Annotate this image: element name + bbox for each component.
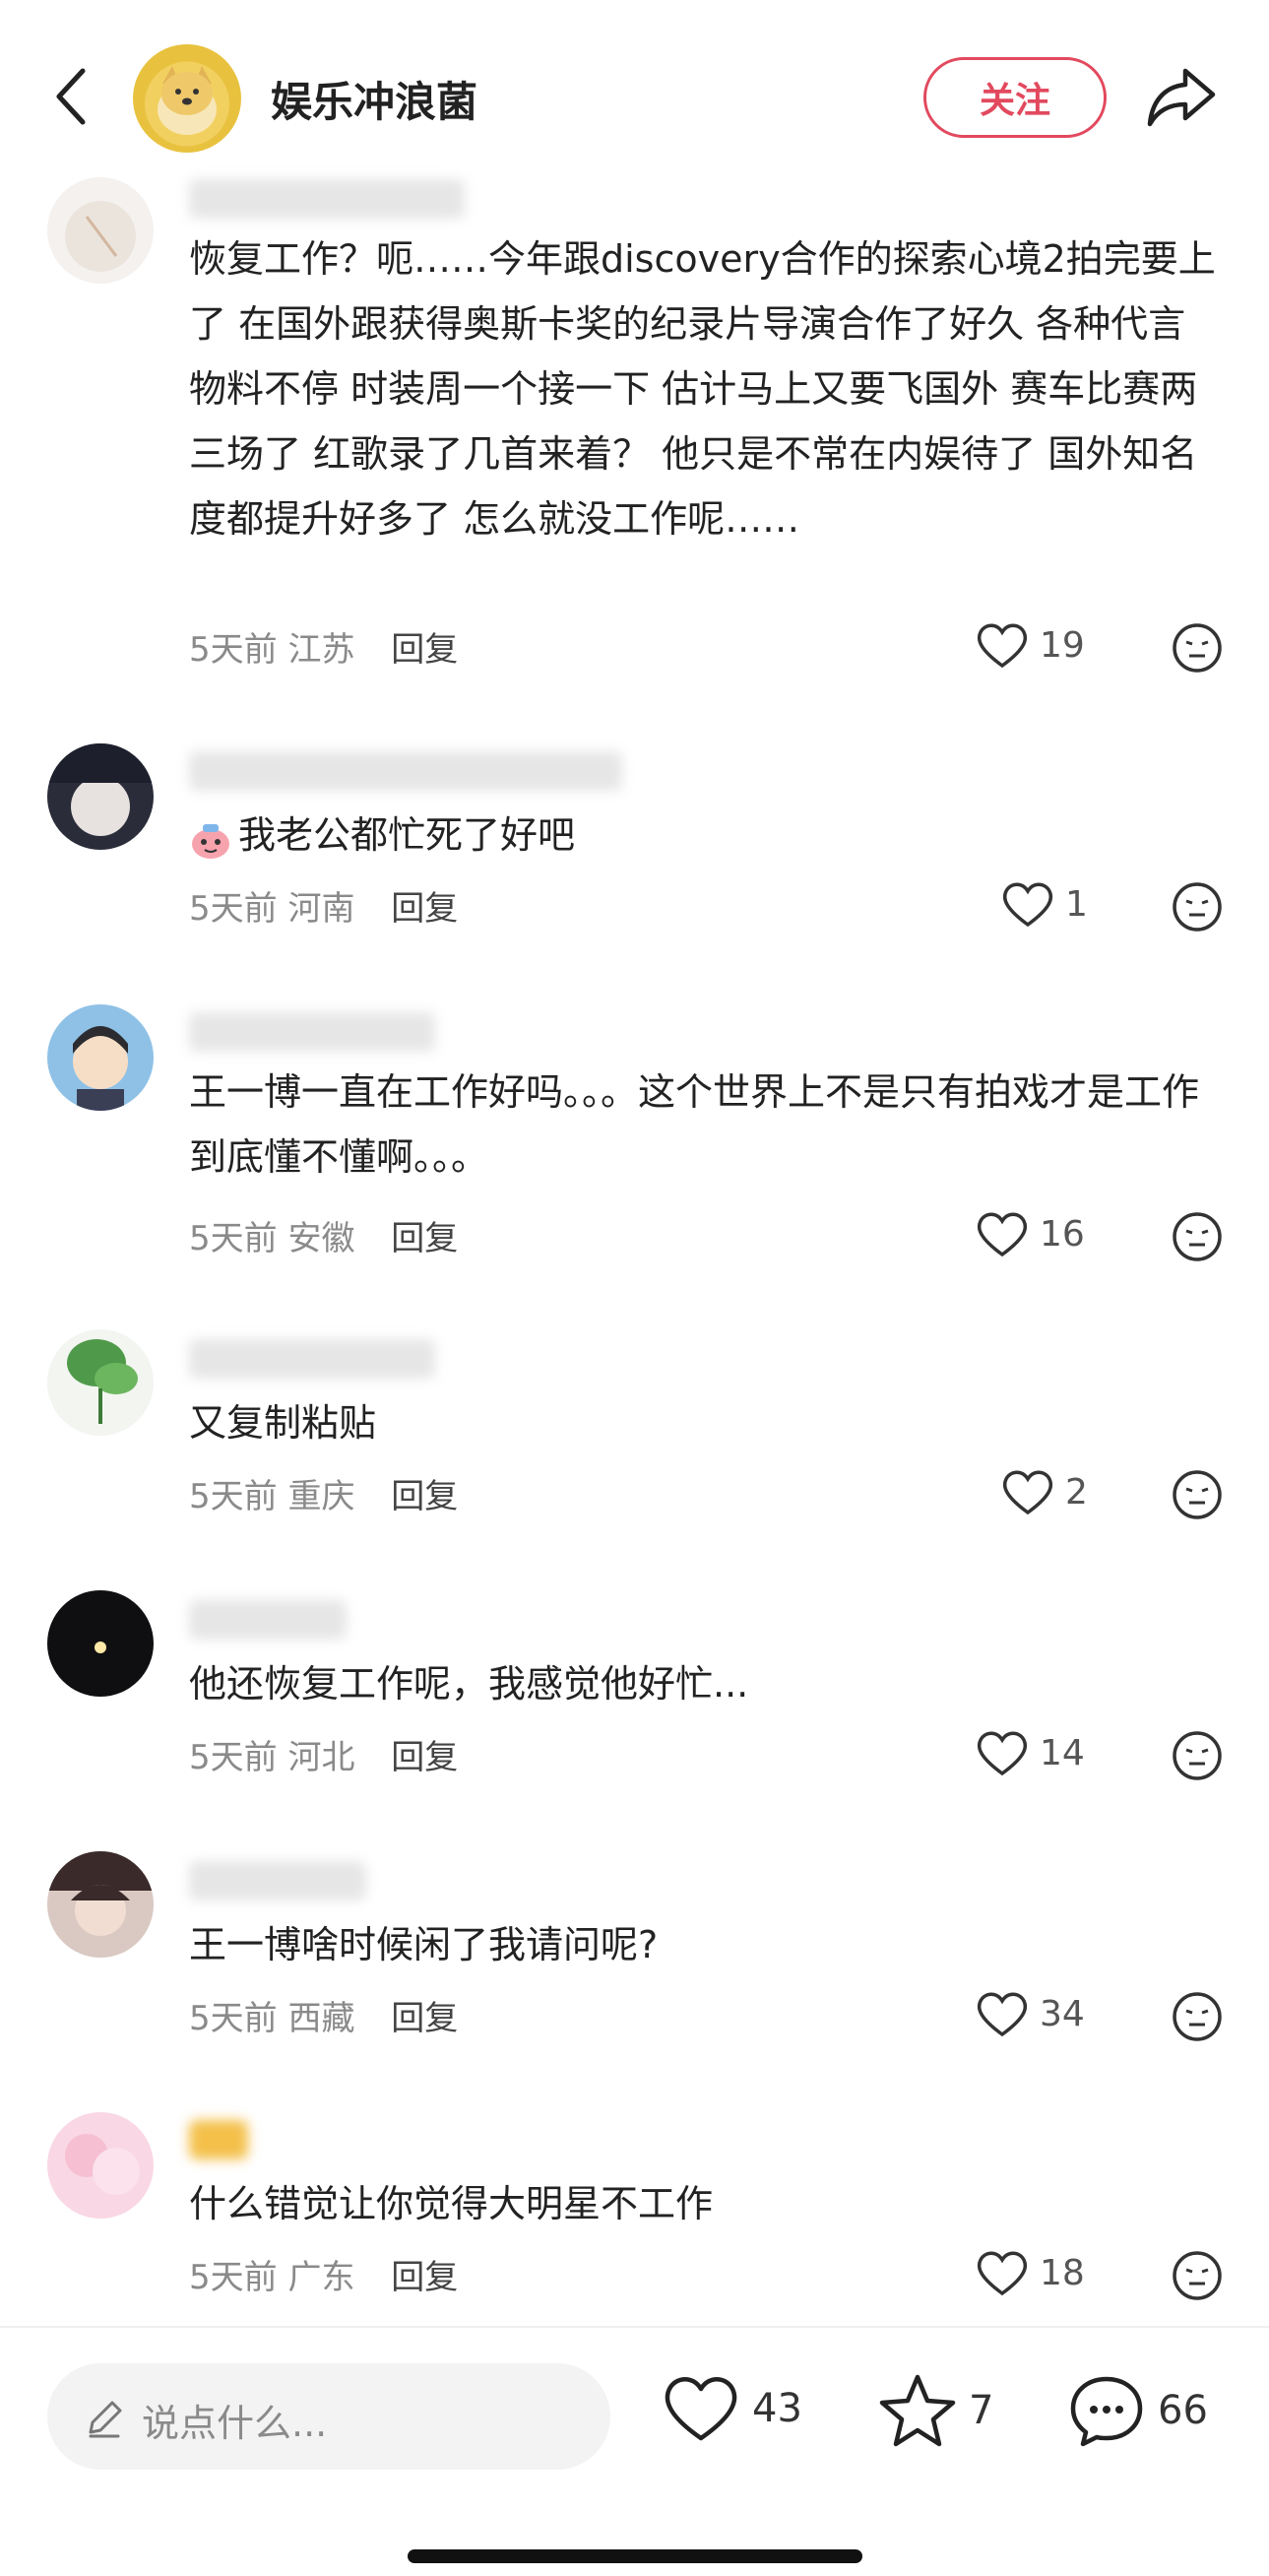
comment-meta: 5天前 河北 回复 bbox=[189, 1730, 458, 1778]
heart-outline-icon bbox=[1002, 1470, 1053, 1515]
commenter-avatar[interactable] bbox=[47, 1590, 154, 1697]
comment-location: 重庆 bbox=[287, 1477, 355, 1516]
comment-count: 66 bbox=[1158, 2388, 1208, 2433]
heart-outline-icon bbox=[977, 1992, 1028, 2037]
favorite-button[interactable]: 7 bbox=[878, 2373, 993, 2448]
comment-text: 又复制粘贴 bbox=[189, 1401, 377, 1445]
commenter-avatar[interactable] bbox=[47, 1004, 154, 1111]
reply-button[interactable]: 回复 bbox=[391, 1219, 458, 1258]
comment-like-count: 16 bbox=[1040, 1213, 1085, 1255]
comment-meta: 5天前 河南 回复 bbox=[189, 881, 458, 930]
comment-time: 5天前 bbox=[189, 2258, 278, 2297]
comment-button[interactable]: 66 bbox=[1067, 2373, 1208, 2448]
emoji-face-icon[interactable] bbox=[1172, 1469, 1223, 1520]
commenter-name-blurred bbox=[189, 1861, 366, 1900]
favorite-count: 7 bbox=[969, 2388, 994, 2433]
comment-like-button[interactable]: 18 bbox=[975, 2248, 1085, 2297]
comment-like-button[interactable]: 14 bbox=[975, 1728, 1085, 1777]
commenter-avatar[interactable] bbox=[47, 177, 154, 284]
comment-text-content: 我老公都忙死了好吧 bbox=[238, 813, 576, 857]
comment-meta: 5天前 西藏 回复 bbox=[189, 1991, 458, 2039]
commenter-name-blurred bbox=[189, 179, 465, 219]
comment-like-button[interactable]: 1 bbox=[1000, 879, 1088, 929]
follow-button[interactable]: 关注 bbox=[923, 57, 1107, 138]
comment-like-button[interactable]: 34 bbox=[975, 1989, 1085, 2038]
commenter-avatar[interactable] bbox=[47, 1329, 154, 1436]
home-indicator[interactable] bbox=[408, 2549, 862, 2563]
pencil-icon bbox=[89, 2401, 122, 2438]
emoji-face-icon[interactable] bbox=[1172, 1730, 1223, 1781]
bottom-action-bar: 说点什么... 43 7 66 bbox=[0, 2326, 1269, 2576]
comment-text: 他还恢复工作呢，我感觉他好忙... bbox=[189, 1662, 749, 1706]
author-avatar[interactable] bbox=[133, 44, 241, 153]
back-chevron-icon[interactable] bbox=[47, 61, 95, 132]
emoji-face-icon[interactable] bbox=[1172, 2250, 1223, 2301]
heart-outline-icon bbox=[977, 623, 1028, 669]
commenter-name-blurred bbox=[189, 1339, 435, 1379]
comment-meta: 5天前 重庆 回复 bbox=[189, 1469, 458, 1517]
commenter-avatar[interactable] bbox=[47, 1851, 154, 1958]
comment-time: 5天前 bbox=[189, 889, 278, 929]
comment-text: 什么错觉让你觉得大明星不工作 bbox=[189, 2182, 714, 2225]
comment-text: 王一博一直在工作好吗。。。这个世界上不是只有拍戏才是工作到底懂不懂啊。。。 bbox=[189, 1070, 1200, 1179]
comment-time: 5天前 bbox=[189, 630, 278, 670]
reply-button[interactable]: 回复 bbox=[391, 1999, 458, 2038]
comment-time: 5天前 bbox=[189, 1219, 278, 1258]
comment-like-button[interactable]: 19 bbox=[975, 620, 1085, 670]
comment-text: 我老公都忙死了好吧 bbox=[189, 803, 1223, 868]
comment-like-count: 34 bbox=[1040, 1993, 1085, 2034]
star-outline-icon bbox=[879, 2374, 956, 2447]
heart-outline-icon bbox=[977, 1731, 1028, 1776]
commenter-name-blurred bbox=[189, 1012, 435, 1052]
heart-outline-icon bbox=[1002, 882, 1053, 928]
comment-location: 江苏 bbox=[287, 630, 355, 670]
heart-outline-icon bbox=[977, 2251, 1028, 2296]
author-name[interactable]: 娱乐冲浪菌 bbox=[271, 69, 477, 129]
like-count: 43 bbox=[752, 2386, 802, 2431]
comment-like-button[interactable]: 2 bbox=[1000, 1467, 1088, 1516]
commenter-name-blurred bbox=[189, 751, 622, 791]
comment-location: 广东 bbox=[287, 2258, 355, 2297]
comment-like-button[interactable]: 16 bbox=[975, 1209, 1085, 1258]
commenter-avatar[interactable] bbox=[47, 2112, 154, 2219]
reply-button[interactable]: 回复 bbox=[391, 1738, 458, 1777]
comment-like-count: 19 bbox=[1040, 624, 1085, 666]
comment-input-placeholder: 说点什么... bbox=[142, 2402, 328, 2445]
emoji-face-icon[interactable] bbox=[1172, 1211, 1223, 1262]
comment-location: 安徽 bbox=[287, 1219, 355, 1258]
comment-time: 5天前 bbox=[189, 1999, 278, 2038]
heart-outline-icon bbox=[977, 1212, 1028, 1257]
emoji-sticker-icon bbox=[189, 816, 232, 860]
emoji-face-icon[interactable] bbox=[1172, 881, 1223, 933]
speech-bubble-icon bbox=[1070, 2376, 1143, 2447]
top-bar: 娱乐冲浪菌 关注 bbox=[0, 0, 1269, 197]
commenter-name-blurred bbox=[189, 2120, 248, 2159]
comment-time: 5天前 bbox=[189, 1738, 278, 1777]
comment-location: 河北 bbox=[287, 1738, 355, 1777]
comment-meta: 5天前 江苏 回复 bbox=[189, 622, 458, 671]
comment-text: 王一博啥时候闲了我请问呢? bbox=[189, 1923, 659, 1966]
reply-button[interactable]: 回复 bbox=[391, 630, 458, 670]
comment-like-count: 2 bbox=[1065, 1471, 1088, 1513]
reply-button[interactable]: 回复 bbox=[391, 2258, 458, 2297]
emoji-face-icon[interactable] bbox=[1172, 622, 1223, 674]
comment-meta: 5天前 广东 回复 bbox=[189, 2250, 458, 2298]
reply-button[interactable]: 回复 bbox=[391, 889, 458, 929]
comment-location: 河南 bbox=[287, 889, 355, 929]
comment-meta: 5天前 安徽 回复 bbox=[189, 1211, 458, 1259]
heart-outline-icon bbox=[665, 2377, 737, 2441]
comment-like-count: 18 bbox=[1040, 2252, 1085, 2293]
emoji-face-icon[interactable] bbox=[1172, 1991, 1223, 2042]
commenter-avatar[interactable] bbox=[47, 743, 154, 850]
reply-button[interactable]: 回复 bbox=[391, 1477, 458, 1516]
comment-location: 西藏 bbox=[287, 1999, 355, 2038]
comment-text: 恢复工作？呃……今年跟discovery合作的探索心境2拍完要上了 在国外跟获得… bbox=[189, 237, 1216, 541]
share-arrow-icon[interactable] bbox=[1142, 61, 1221, 132]
comment-like-count: 14 bbox=[1040, 1732, 1085, 1773]
comment-like-count: 1 bbox=[1065, 883, 1088, 925]
commenter-name-blurred bbox=[189, 1600, 347, 1640]
like-button[interactable]: 43 bbox=[662, 2373, 802, 2444]
comment-input[interactable]: 说点什么... bbox=[47, 2363, 610, 2470]
comment-time: 5天前 bbox=[189, 1477, 278, 1516]
